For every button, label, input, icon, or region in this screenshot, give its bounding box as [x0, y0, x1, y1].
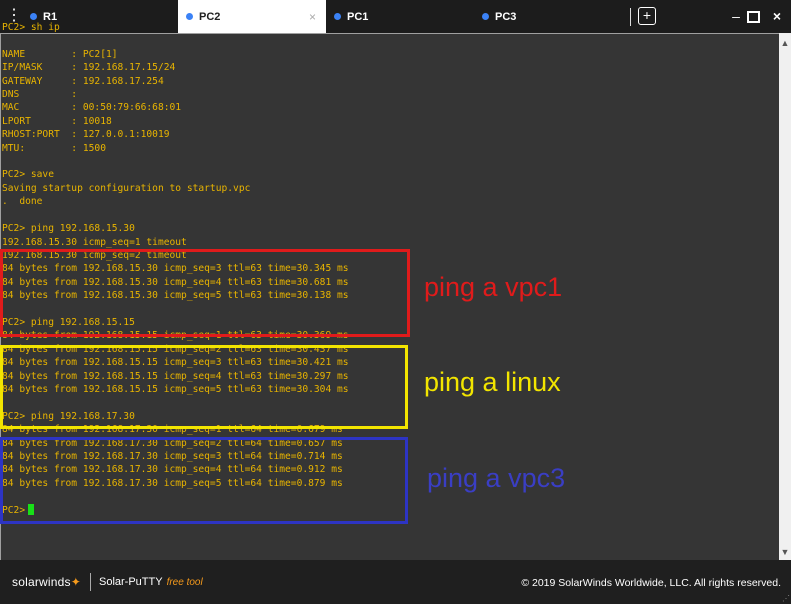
scrollbar[interactable]: ▲ ▼	[779, 33, 791, 560]
copyright-text: © 2019 SolarWinds Worldwide, LLC. All ri…	[521, 577, 781, 589]
scroll-up-icon[interactable]: ▲	[779, 37, 791, 49]
tab-dot-icon	[30, 13, 37, 20]
product-label: Solar-PuTTY	[99, 576, 163, 588]
tab-pc3[interactable]: PC3	[482, 0, 622, 33]
terminal-line: . done	[2, 196, 43, 208]
annotation-ping-vpc3: ping a vpc3	[427, 463, 566, 493]
terminal-line: PC2> save	[2, 169, 54, 181]
annotation-ping-vpc1: ping a vpc1	[424, 272, 563, 302]
terminal-line: IP/MASK : 192.168.17.15/24	[2, 62, 176, 74]
terminal-line: GATEWAY : 192.168.17.254	[2, 75, 164, 87]
terminal-line: RHOST:PORT : 127.0.0.1:10019	[2, 129, 170, 141]
annotation-box-red	[0, 249, 410, 337]
product-tag: free tool	[166, 577, 203, 588]
terminal-line: MTU: : 1500	[2, 142, 106, 154]
tab-dot-icon	[482, 13, 489, 20]
terminal-line: MAC : 00:50:79:66:68:01	[2, 102, 182, 114]
add-tab-icon[interactable]: +	[638, 7, 656, 25]
maximize-icon[interactable]	[741, 5, 765, 27]
tab-divider	[630, 8, 631, 26]
annotation-ping-linux: ping a linux	[424, 367, 561, 397]
tab-dot-icon	[186, 13, 193, 20]
brand-name: solarwinds	[12, 575, 71, 589]
footer-divider	[90, 573, 91, 591]
terminal-line: Saving startup configuration to startup.…	[2, 182, 251, 194]
scroll-down-icon[interactable]: ▼	[779, 546, 791, 558]
terminal-line: PC2> sh ip	[2, 22, 60, 33]
annotation-box-yellow	[0, 345, 408, 429]
terminal-line: 192.168.15.30 icmp_seq=1 timeout	[2, 236, 187, 248]
tab-pc1[interactable]: PC1	[334, 0, 482, 33]
terminal-line: DNS :	[2, 89, 78, 101]
close-icon[interactable]: ×	[765, 5, 789, 27]
terminal-line: LPORT : 10018	[2, 115, 112, 127]
tab-dot-icon	[334, 13, 341, 20]
product-name: Solar-PuTTY free tool	[99, 576, 203, 588]
tab-label: PC1	[347, 10, 369, 23]
terminal-line: NAME : PC2[1]	[2, 48, 118, 60]
terminal-line: PC2> ping 192.168.15.30	[2, 223, 135, 235]
solarwinds-logo: solarwinds✦	[12, 575, 81, 589]
resize-grip-icon[interactable]: ⋰	[782, 594, 790, 603]
annotation-box-blue	[0, 437, 408, 524]
tab-label: PC3	[495, 10, 517, 23]
status-footer: solarwinds✦ Solar-PuTTY free tool © 2019 …	[0, 560, 791, 604]
solarwinds-flame-icon: ✦	[70, 575, 81, 589]
